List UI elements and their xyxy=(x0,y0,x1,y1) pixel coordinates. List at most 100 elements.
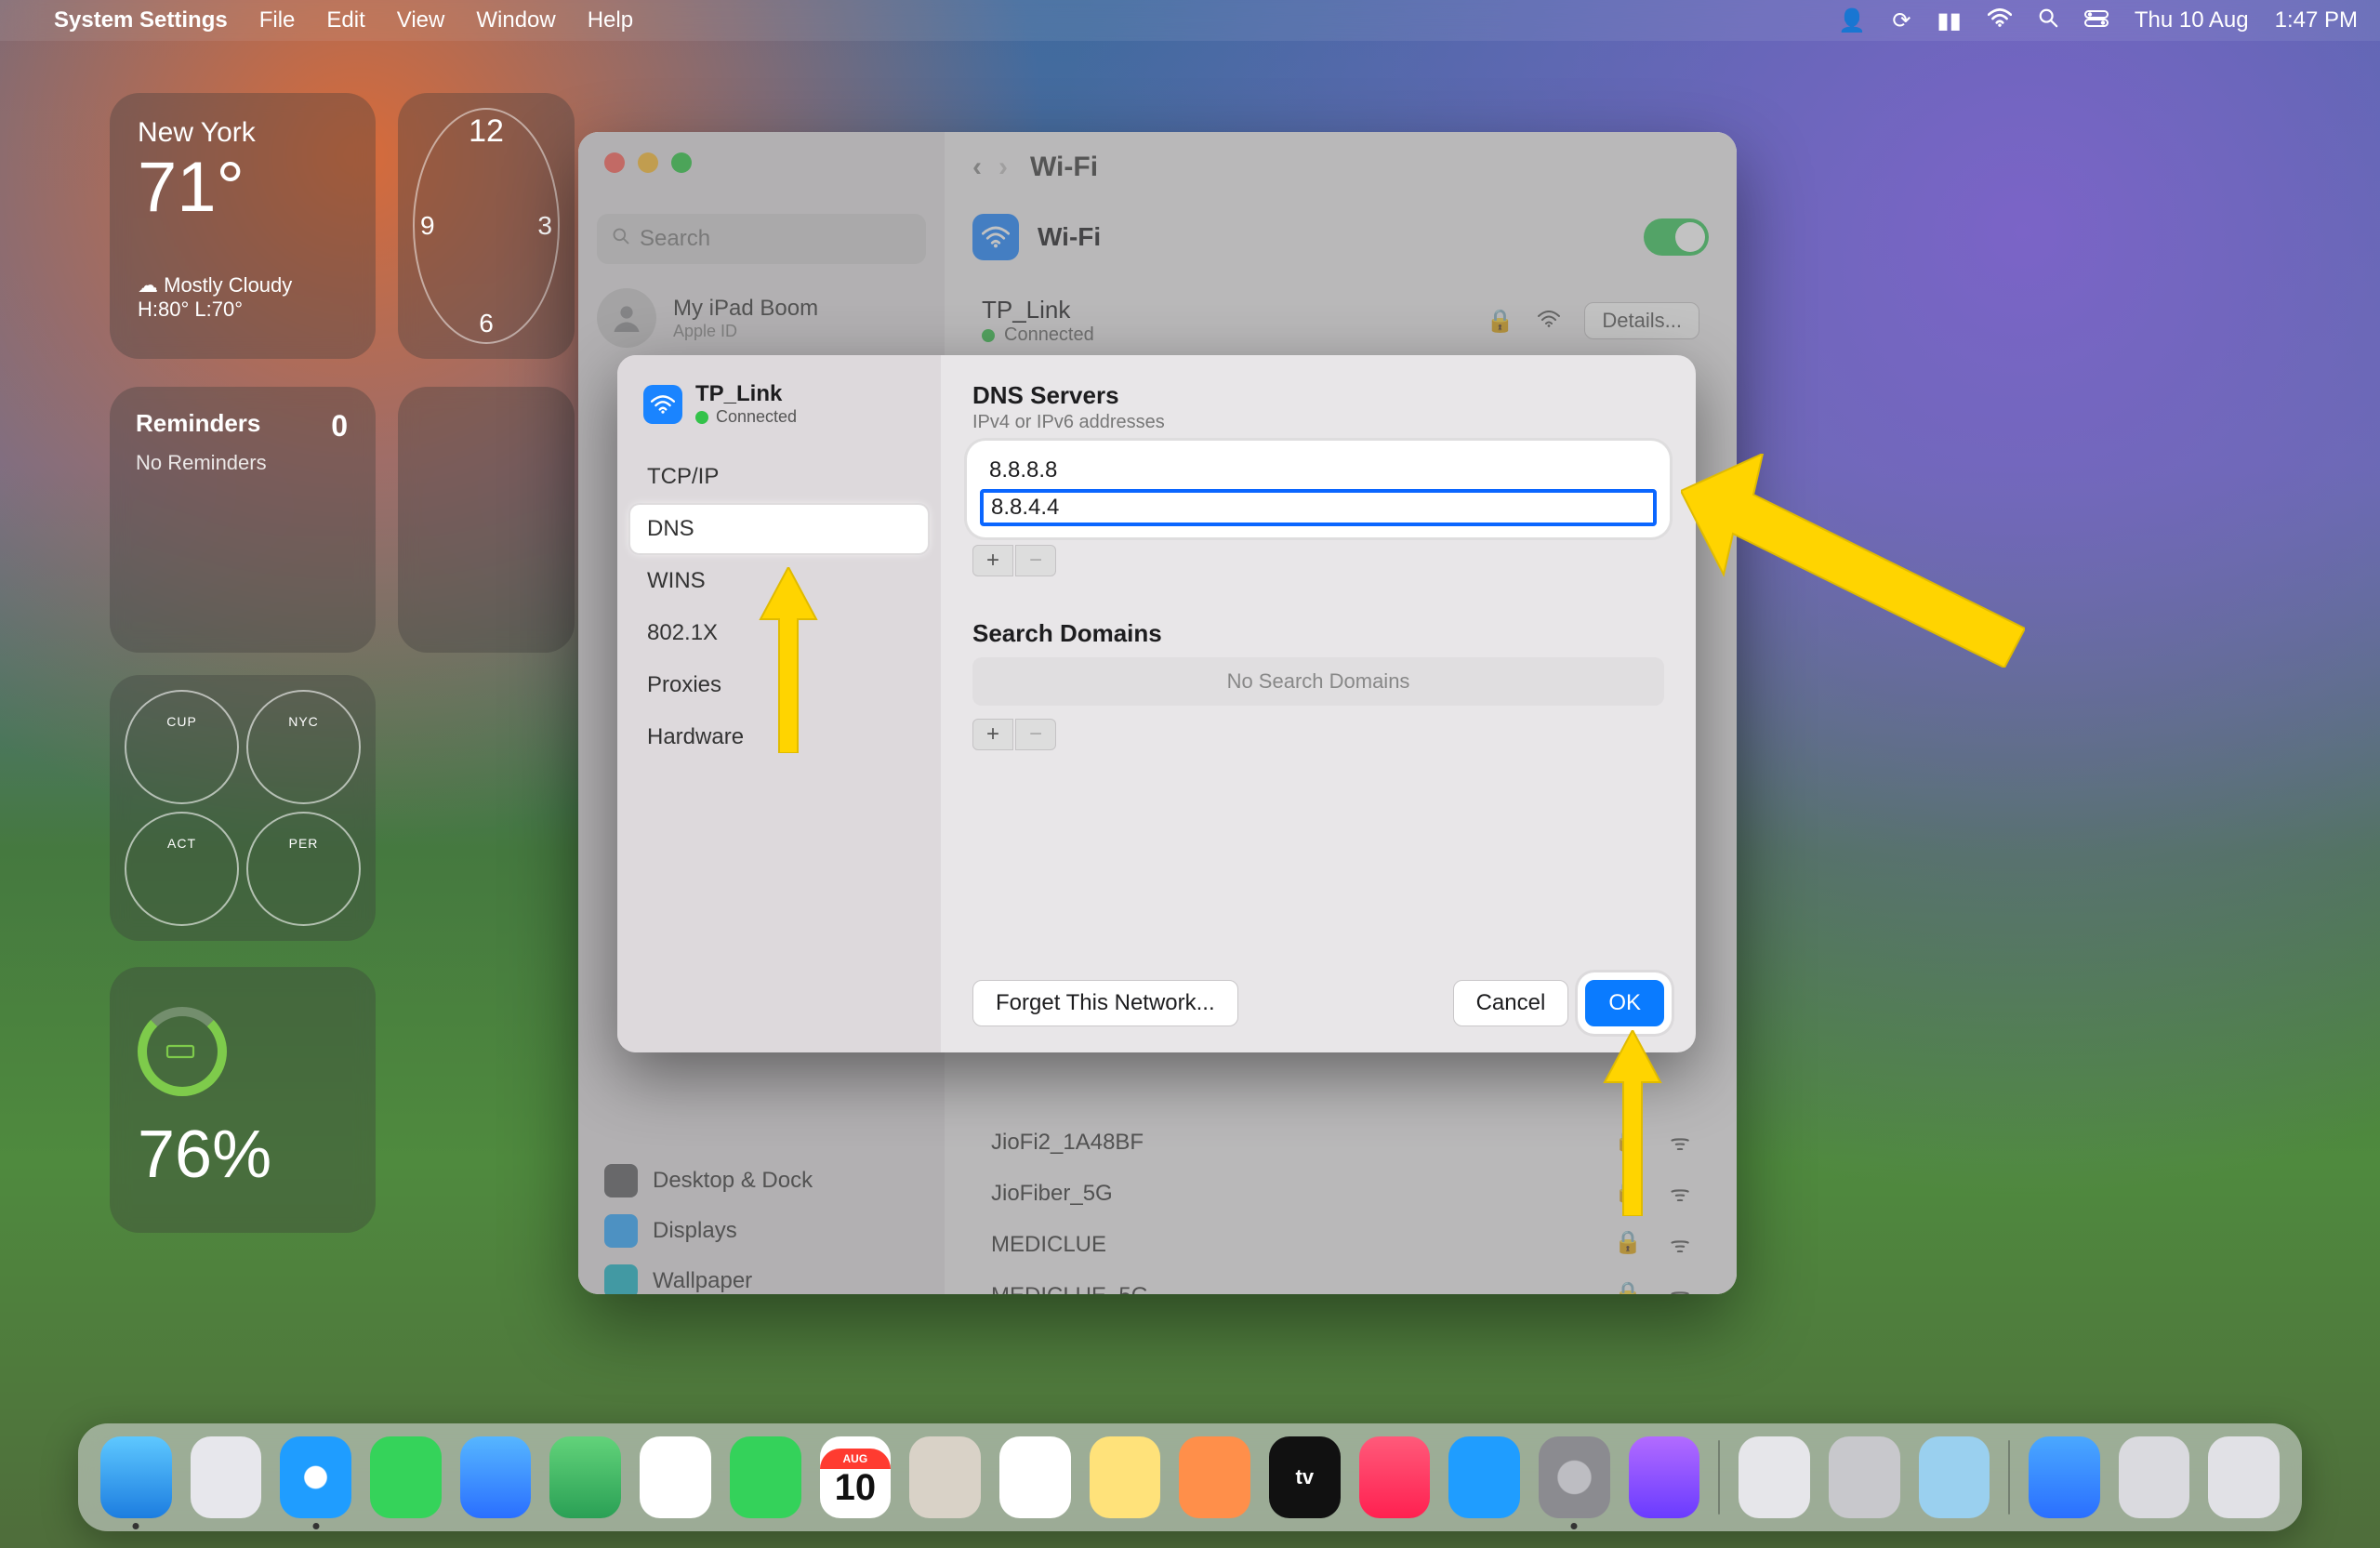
cancel-button[interactable]: Cancel xyxy=(1453,980,1569,1026)
wifi-signal-icon: ᯤ xyxy=(1670,1127,1690,1158)
forget-network-button[interactable]: Forget This Network... xyxy=(972,980,1238,1026)
menubar-item-window[interactable]: Window xyxy=(476,7,555,33)
dock-app-calendar[interactable]: AUG10 xyxy=(820,1436,892,1518)
battery-widget[interactable]: 76% xyxy=(110,967,376,1233)
menubar: System Settings File Edit View Window He… xyxy=(0,0,2380,41)
dock-app-preview[interactable] xyxy=(1919,1436,1990,1518)
content-header: ‹ › Wi-Fi xyxy=(945,132,1737,203)
search-domains-list[interactable]: No Search Domains xyxy=(972,657,1664,706)
dock-downloads-folder[interactable] xyxy=(2029,1436,2100,1518)
wifi-label: Wi-Fi xyxy=(1038,222,1101,252)
wifi-status-icon[interactable] xyxy=(1988,7,2012,33)
weather-widget[interactable]: New York 71° ☁︎ Mostly Cloudy H:80° L:70… xyxy=(110,93,376,359)
dock-app-mail[interactable] xyxy=(460,1436,532,1518)
dock-app-music[interactable] xyxy=(1359,1436,1431,1518)
modal-network-status: Connected xyxy=(716,407,797,427)
dock-app-tv[interactable]: tv xyxy=(1269,1436,1341,1518)
annotation-arrow-3-icon xyxy=(1595,1030,1670,1216)
network-row[interactable]: MEDICLUE_5G🔒ᯤ xyxy=(972,1280,1709,1294)
menubar-app-name[interactable]: System Settings xyxy=(54,7,228,33)
wallpaper-icon xyxy=(604,1264,638,1294)
dock-app-photos[interactable] xyxy=(640,1436,711,1518)
dock-app-messages[interactable] xyxy=(370,1436,442,1518)
wifi-toggle-row: Wi-Fi xyxy=(972,214,1709,260)
dns-entry-editing[interactable]: 8.8.4.4 xyxy=(980,489,1657,526)
user-name: My iPad Boom xyxy=(673,296,818,322)
battery-status-icon[interactable]: ▮▮ xyxy=(1937,7,1961,34)
world-clock-4: PER xyxy=(246,812,361,926)
menubar-item-view[interactable]: View xyxy=(397,7,445,33)
network-row[interactable]: MEDICLUE🔒ᯤ xyxy=(972,1229,1709,1260)
dock-app-notes[interactable] xyxy=(1090,1436,1161,1518)
reminders-widget[interactable]: Reminders 0 No Reminders xyxy=(110,387,376,653)
reminders-title: Reminders xyxy=(136,409,350,438)
current-network-name: TP_Link xyxy=(982,296,1094,324)
menubar-left: System Settings File Edit View Window He… xyxy=(22,7,633,33)
dock-app-appstore[interactable] xyxy=(1448,1436,1520,1518)
stocks-widget[interactable] xyxy=(398,387,575,653)
world-clocks-widget[interactable]: CUP NYC ACT PER xyxy=(110,675,376,941)
menubar-item-file[interactable]: File xyxy=(259,7,296,33)
dock-app-facetime[interactable] xyxy=(730,1436,801,1518)
wifi-signal-icon: ᯤ xyxy=(1670,1178,1690,1209)
sidebar-search[interactable]: Search xyxy=(597,214,926,264)
remove-button[interactable]: − xyxy=(1015,719,1056,750)
wifi-toggle[interactable] xyxy=(1644,218,1709,256)
zoom-icon[interactable] xyxy=(671,152,692,173)
search-icon xyxy=(612,226,630,252)
control-center-icon[interactable] xyxy=(2084,7,2109,33)
user-sub: Apple ID xyxy=(673,322,818,341)
dock-app-reminders[interactable] xyxy=(999,1436,1071,1518)
user-switch-icon[interactable]: 👤 xyxy=(1838,7,1866,34)
dns-servers-heading: DNS Servers xyxy=(972,381,1664,410)
modal-network-header: TP_Link Connected xyxy=(630,372,928,436)
menubar-right: 👤 ⟳ ▮▮ Thu 10 Aug 1:47 PM xyxy=(1838,7,2358,34)
search-domains-heading: Search Domains xyxy=(972,619,1664,648)
sidebar-item-wallpaper[interactable]: Wallpaper xyxy=(597,1258,926,1294)
weather-city: New York xyxy=(138,117,348,149)
dock-app-disk-utility[interactable] xyxy=(1739,1436,1810,1518)
modal-footer: Forget This Network... Cancel OK xyxy=(972,961,1664,1026)
sidebar-list: Desktop & Dock Displays Wallpaper Screen… xyxy=(597,1158,926,1294)
dock-trash[interactable] xyxy=(2208,1436,2280,1518)
dock-app-freeform[interactable] xyxy=(1179,1436,1250,1518)
sidebar-item-displays[interactable]: Displays xyxy=(597,1208,926,1254)
forward-icon[interactable]: › xyxy=(998,152,1008,183)
add-button[interactable]: + xyxy=(972,719,1013,750)
spotlight-icon[interactable] xyxy=(2038,7,2058,34)
clock-widget[interactable]: 12 3 6 9 xyxy=(398,93,575,359)
dock-app-safari[interactable] xyxy=(280,1436,351,1518)
modal-main: DNS Servers IPv4 or IPv6 addresses 8.8.8… xyxy=(941,355,1696,1052)
add-button[interactable]: + xyxy=(972,545,1013,576)
dns-entry[interactable]: 8.8.8.8 xyxy=(980,452,1657,489)
close-icon[interactable] xyxy=(604,152,625,173)
reminders-empty: No Reminders xyxy=(136,451,350,475)
menubar-item-help[interactable]: Help xyxy=(588,7,633,33)
dock-documents-folder[interactable] xyxy=(2119,1436,2190,1518)
dock-app-activity[interactable] xyxy=(1829,1436,1900,1518)
ok-button[interactable]: OK xyxy=(1585,980,1664,1026)
dock-app-settings[interactable] xyxy=(1539,1436,1610,1518)
reminders-count: 0 xyxy=(331,409,348,443)
menubar-item-edit[interactable]: Edit xyxy=(326,7,364,33)
details-button[interactable]: Details... xyxy=(1584,302,1699,339)
dock-app-launchpad[interactable] xyxy=(191,1436,262,1518)
dock-app-finder[interactable] xyxy=(100,1436,172,1518)
timemachine-icon[interactable]: ⟳ xyxy=(1892,7,1911,34)
remove-button[interactable]: − xyxy=(1015,545,1056,576)
menubar-time[interactable]: 1:47 PM xyxy=(2275,7,2358,33)
tab-tcpip[interactable]: TCP/IP xyxy=(630,453,928,501)
back-icon[interactable]: ‹ xyxy=(972,152,982,183)
tab-dns[interactable]: DNS xyxy=(630,505,928,553)
weather-temp: 71° xyxy=(138,152,348,223)
current-network-status: Connected xyxy=(1004,324,1094,346)
dock-app-shortcuts[interactable] xyxy=(1629,1436,1700,1518)
dock-app-maps[interactable] xyxy=(549,1436,621,1518)
dns-servers-list[interactable]: 8.8.8.8 8.8.4.4 xyxy=(972,446,1664,532)
status-dot-icon xyxy=(695,411,708,424)
sidebar-item-desktop-dock[interactable]: Desktop & Dock xyxy=(597,1158,926,1204)
menubar-date[interactable]: Thu 10 Aug xyxy=(2135,7,2249,33)
sidebar-user[interactable]: My iPad Boom Apple ID xyxy=(597,288,926,348)
dock-app-contacts[interactable] xyxy=(909,1436,981,1518)
minimize-icon[interactable] xyxy=(638,152,658,173)
